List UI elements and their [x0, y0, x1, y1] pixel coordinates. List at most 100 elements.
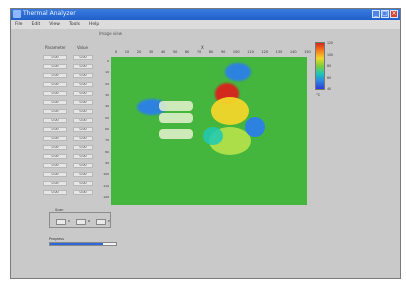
plot-x-ticks: 0 10 20 30 40 50 60 70 80 90 100 110 120 130 140 150 [115, 50, 311, 56]
table-cell-value[interactable]: 0.00 [73, 136, 93, 141]
menu-bar: File Edit View Tools Help [11, 20, 400, 29]
pause-button[interactable] [96, 219, 106, 225]
x-tick-label: 50 [172, 50, 178, 54]
table-row: 0.00 0.00 [43, 89, 99, 98]
progress-fill [50, 243, 103, 245]
y-tick-label: 120 [103, 194, 109, 199]
table-header-parameter: Parameter [45, 45, 66, 50]
screen: Thermal Analyzer _ □ × File Edit View To… [0, 0, 406, 289]
table-row: 0.00 0.00 [43, 116, 99, 125]
warm-region [211, 97, 249, 125]
progress-bar [49, 242, 117, 246]
pause-button-label: P [108, 219, 110, 223]
menu-tools[interactable]: Tools [69, 20, 80, 29]
x-tick-label: 130 [275, 50, 283, 54]
table-cell-parameter[interactable]: 0.00 [43, 82, 67, 87]
table-cell-parameter[interactable]: 0.00 [43, 163, 67, 168]
colorbar-labels: 120 100 80 60 40 [327, 41, 347, 91]
menu-edit[interactable]: Edit [32, 20, 41, 29]
menu-help[interactable]: Help [89, 20, 99, 29]
table-cell-parameter[interactable]: 0.00 [43, 100, 67, 105]
table-cell-parameter[interactable]: 0.00 [43, 181, 67, 186]
table-cell-value[interactable]: 0.00 [73, 172, 93, 177]
colorbar-label: 100 [327, 52, 334, 57]
colorbar-label: 120 [327, 41, 334, 45]
cool-spot [245, 117, 265, 137]
y-tick-label: 100 [103, 172, 109, 177]
menu-view[interactable]: View [49, 20, 60, 29]
table-cell-value[interactable]: 0.00 [73, 181, 93, 186]
x-tick-label: 60 [184, 50, 190, 54]
table-cell-parameter[interactable]: 0.00 [43, 154, 67, 159]
table-cell-value[interactable]: 0.00 [73, 91, 93, 96]
y-tick-label: 10 [105, 70, 109, 75]
y-tick-label: 80 [105, 149, 109, 154]
menu-file[interactable]: File [15, 20, 23, 29]
parameter-table: Parameter Value 0.00 0.00 0.00 0.00 0.00 0.00… [43, 45, 99, 201]
table-cell-value[interactable]: 0.00 [73, 100, 93, 105]
table-cell-value[interactable]: 0.00 [73, 190, 93, 195]
start-button[interactable] [56, 219, 66, 225]
table-cell-value[interactable]: 0.00 [73, 163, 93, 168]
y-tick-label: 90 [105, 160, 109, 165]
x-tick-label: 150 [304, 50, 311, 54]
table-row: 0.00 0.00 [43, 62, 99, 71]
table-row: 0.00 0.00 [43, 53, 99, 62]
x-tick-label: 30 [148, 50, 154, 54]
table-cell-parameter[interactable]: 0.00 [43, 64, 67, 69]
colorbar-unit: °C [316, 93, 321, 97]
table-body: 0.00 0.00 0.00 0.00 0.00 0.00 0.00 0.00 0.00 0.00… [43, 53, 99, 197]
thermal-plot[interactable] [111, 57, 307, 205]
table-cell-parameter[interactable]: 0.00 [43, 91, 67, 96]
table-cell-value[interactable]: 0.00 [73, 82, 93, 87]
table-cell-parameter[interactable]: 0.00 [43, 73, 67, 78]
table-row: 0.00 0.00 [43, 71, 99, 80]
app-window: Thermal Analyzer _ □ × File Edit View To… [10, 8, 401, 279]
table-cell-parameter[interactable]: 0.00 [43, 127, 67, 132]
colorbar-label: 40 [327, 87, 332, 91]
y-tick-label: 20 [105, 81, 109, 86]
title-bar[interactable]: Thermal Analyzer _ □ × [11, 9, 400, 20]
table-row: 0.00 0.00 [43, 98, 99, 107]
table-cell-value[interactable]: 0.00 [73, 73, 93, 78]
table-row: 0.00 0.00 [43, 80, 99, 89]
x-tick-label: 90 [220, 50, 226, 54]
y-tick-label: 110 [103, 183, 109, 188]
y-tick-label: 30 [105, 92, 109, 97]
table-cell-value[interactable]: 0.00 [73, 145, 93, 150]
table-cell-parameter[interactable]: 0.00 [43, 190, 67, 195]
table-cell-parameter[interactable]: 0.00 [43, 55, 67, 60]
y-tick-label: 60 [105, 126, 109, 131]
table-cell-value[interactable]: 0.00 [73, 154, 93, 159]
table-cell-parameter[interactable]: 0.00 [43, 145, 67, 150]
y-tick-label: 0 [107, 59, 109, 63]
close-button[interactable]: × [390, 10, 398, 18]
x-tick-label: 140 [289, 50, 297, 54]
cool-ring [203, 127, 223, 145]
minimize-button[interactable]: _ [372, 10, 380, 18]
start-button-label: S [68, 219, 70, 223]
table-cell-value[interactable]: 0.00 [73, 109, 93, 114]
table-cell-parameter[interactable]: 0.00 [43, 172, 67, 177]
x-tick-label: 120 [261, 50, 269, 54]
plot-y-ticks: 0 10 20 30 40 50 60 70 80 90 100 110 120 [103, 59, 109, 199]
table-cell-parameter[interactable]: 0.00 [43, 109, 67, 114]
maximize-button[interactable]: □ [381, 10, 389, 18]
highlight-patch [159, 129, 193, 139]
table-cell-value[interactable]: 0.00 [73, 64, 93, 69]
table-row: 0.00 0.00 [43, 107, 99, 116]
scan-controls-title: Scan [54, 208, 65, 212]
table-cell-value[interactable]: 0.00 [73, 127, 93, 132]
table-cell-parameter[interactable]: 0.00 [43, 118, 67, 123]
reset-button[interactable] [76, 219, 86, 225]
scan-controls: Scan S R P [49, 208, 111, 228]
table-cell-parameter[interactable]: 0.00 [43, 136, 67, 141]
colorbar-label: 60 [327, 75, 332, 80]
table-cell-value[interactable]: 0.00 [73, 55, 93, 60]
y-tick-label: 40 [105, 104, 109, 109]
x-tick-label: 0 [115, 50, 118, 54]
window-controls: _ □ × [372, 10, 398, 18]
x-tick-label: 100 [232, 50, 240, 54]
x-tick-label: 80 [208, 50, 214, 54]
table-cell-value[interactable]: 0.00 [73, 118, 93, 123]
